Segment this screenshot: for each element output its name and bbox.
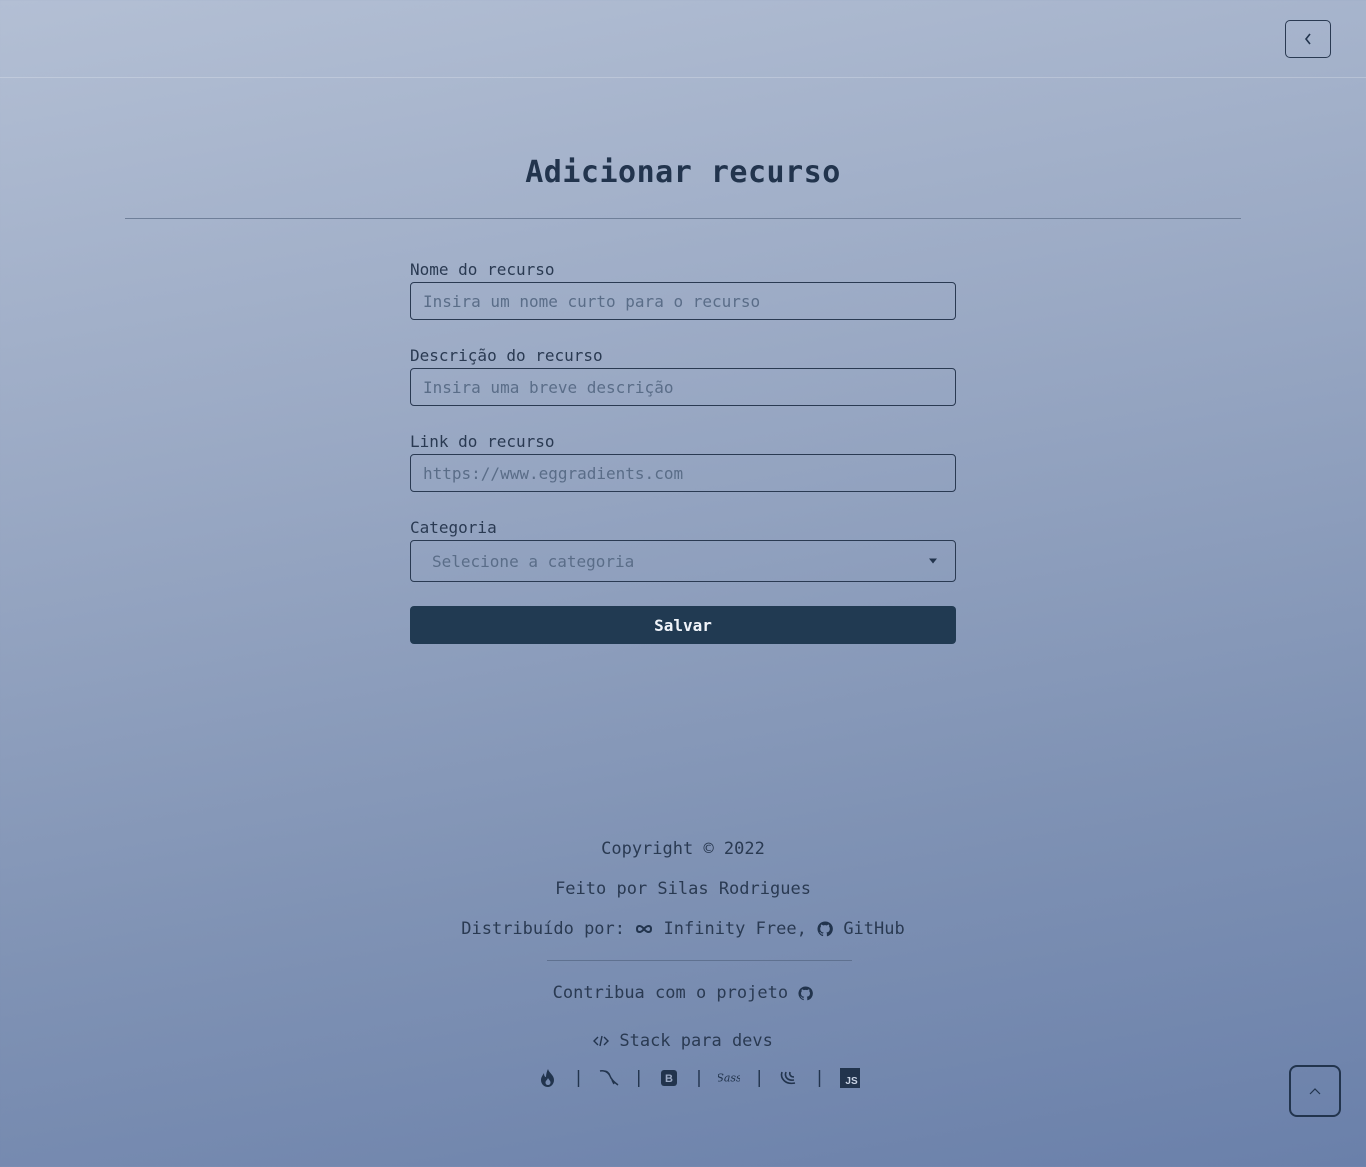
svg-text:B: B [665, 1073, 673, 1085]
js-label: JS [839, 1068, 860, 1088]
infinity-free-label: Infinity Free, [663, 919, 807, 939]
stack-icons: | | B | Sass | | JS [16, 1067, 1366, 1089]
category-field-group: Categoria Selecione a categoria [410, 516, 956, 582]
category-selected: Selecione a categoria [432, 551, 635, 571]
jquery-icon [778, 1067, 800, 1089]
page-title: Adicionar recurso [525, 155, 841, 190]
separator: | [814, 1068, 825, 1088]
chevron-left-icon [1304, 33, 1311, 45]
category-label: Categoria [410, 518, 497, 537]
code-icon [593, 1035, 610, 1047]
bootstrap-icon: B [658, 1067, 680, 1089]
save-button[interactable]: Salvar [410, 606, 956, 644]
svg-text:Sass: Sass [718, 1072, 740, 1085]
name-placeholder: Insira um nome curto para o recurso [423, 291, 761, 311]
stack-title: Stack para devs [619, 1031, 773, 1051]
github-link[interactable]: GitHub [817, 919, 905, 939]
footer-divider [546, 960, 852, 961]
description-placeholder: Insira uma breve descrição [423, 377, 674, 397]
separator: | [754, 1068, 765, 1088]
footer: Copyright © 2022 Feito por Silas Rodrigu… [0, 835, 1366, 1089]
separator: | [693, 1068, 705, 1088]
mysql-icon [598, 1067, 620, 1089]
contribute-link[interactable]: Contribua com o projeto [0, 979, 1366, 1019]
fire-icon [537, 1067, 559, 1089]
distributed-prefix: Distribuído por: [461, 919, 626, 939]
caret-down-icon [929, 558, 937, 564]
name-field-group: Nome do recurso Insira um nome curto par… [410, 258, 956, 320]
stack-title-row: Stack para devs [0, 1027, 1366, 1067]
description-field-group: Descrição do recurso Insira uma breve de… [410, 344, 956, 406]
link-placeholder: https://www.eggradients.com [423, 463, 684, 483]
top-bar [0, 0, 1366, 78]
title-divider [125, 218, 1241, 219]
sass-icon: Sass [718, 1067, 740, 1089]
add-resource-form: Nome do recurso Insira um nome curto par… [410, 258, 956, 644]
name-input[interactable]: Insira um nome curto para o recurso [410, 282, 956, 320]
infinity-free-link[interactable]: Infinity Free, [635, 919, 817, 939]
description-input[interactable]: Insira uma breve descrição [410, 368, 956, 406]
contribute-label: Contribua com o projeto [552, 983, 789, 1003]
infinity-icon [636, 925, 653, 933]
javascript-icon: JS [839, 1067, 861, 1089]
made-by: Feito por Silas Rodrigues [555, 879, 811, 899]
link-field-group: Link do recurso https://www.eggradients.… [410, 430, 956, 492]
back-button[interactable] [1285, 20, 1331, 58]
name-label: Nome do recurso [410, 260, 555, 279]
github-icon [817, 921, 833, 937]
separator: | [633, 1068, 644, 1088]
separator: | [573, 1068, 584, 1088]
link-input[interactable]: https://www.eggradients.com [410, 454, 956, 492]
link-label: Link do recurso [410, 432, 555, 451]
category-select[interactable]: Selecione a categoria [410, 540, 956, 582]
distributed-by: Distribuído por: Infinity Free, GitHub [0, 915, 1366, 955]
github-icon [798, 985, 814, 1000]
chevron-up-icon [1309, 1088, 1321, 1095]
description-label: Descrição do recurso [410, 346, 603, 365]
github-label: GitHub [843, 919, 905, 939]
copyright: Copyright © 2022 [601, 839, 765, 859]
scroll-to-top-button[interactable] [1289, 1065, 1341, 1117]
